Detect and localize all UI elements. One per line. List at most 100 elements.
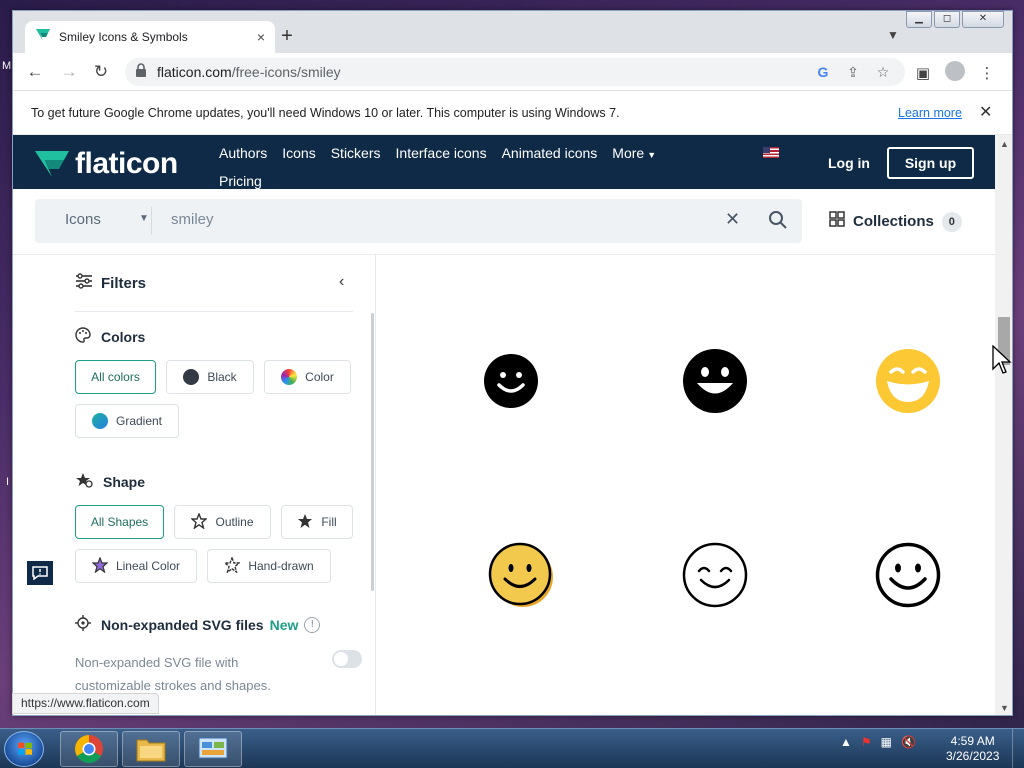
result-icon-2[interactable] xyxy=(675,341,755,421)
star-lineal-icon xyxy=(91,555,109,576)
side-panel-icon[interactable]: ▣ xyxy=(911,64,935,82)
infobar-message: To get future Google Chrome updates, you… xyxy=(31,106,620,120)
status-bar-url: https://www.flaticon.com xyxy=(12,693,159,714)
url-domain: flaticon.com xyxy=(157,64,232,80)
nav-interface-icons[interactable]: Interface icons xyxy=(396,143,487,163)
filters-title: Filters xyxy=(101,275,147,292)
divider xyxy=(151,207,152,235)
chip-label: Hand-drawn xyxy=(248,559,314,573)
caret-down-icon[interactable]: ▼ xyxy=(139,213,149,224)
sliders-icon xyxy=(75,273,93,294)
tab-close-icon[interactable]: × xyxy=(257,29,265,45)
nav-pricing[interactable]: Pricing xyxy=(219,171,262,191)
result-icon-3[interactable] xyxy=(868,341,948,421)
volume-muted-icon[interactable]: 🔇 xyxy=(901,735,916,749)
window-controls: ▁ ◻ ✕ xyxy=(906,11,1004,28)
profile-avatar[interactable] xyxy=(943,61,967,85)
result-icon-5[interactable] xyxy=(675,535,755,615)
result-icon-4[interactable] xyxy=(481,535,561,615)
colors-title: Colors xyxy=(101,328,146,345)
new-tab-button[interactable]: + xyxy=(275,25,299,47)
taskbar-explorer[interactable] xyxy=(122,731,180,767)
flaticon-header: flaticon Authors Icons Stickers Interface i… xyxy=(13,135,995,189)
us-flag-icon[interactable] xyxy=(763,147,779,158)
signup-button[interactable]: Sign up xyxy=(887,147,974,179)
result-icon-1[interactable] xyxy=(471,341,551,421)
flaticon-logo[interactable]: flaticon xyxy=(35,147,178,181)
login-button[interactable]: Log in xyxy=(828,155,870,171)
chrome-icon xyxy=(75,735,103,763)
chip-label: Outline xyxy=(215,515,254,529)
star-handdrawn-icon xyxy=(223,555,242,576)
desktop-label: M xyxy=(2,60,12,72)
chip-label: Gradient xyxy=(115,414,163,428)
action-center-flag-icon[interactable]: ⚑ xyxy=(861,735,872,749)
shape-chip-lineal-color[interactable]: Lineal Color xyxy=(75,549,197,583)
color-chip-color[interactable]: Color xyxy=(264,360,351,394)
tray-expand-icon[interactable]: ▲ xyxy=(840,735,852,749)
nav-authors[interactable]: Authors xyxy=(219,143,267,163)
page-scrollbar[interactable]: ▲ ▼ xyxy=(995,135,1012,715)
search-input[interactable]: smiley xyxy=(171,211,214,228)
result-icon-6[interactable] xyxy=(868,535,948,615)
collapse-chevron-icon[interactable]: ‹ xyxy=(339,273,344,291)
nav-more[interactable]: More ▼ xyxy=(612,143,656,165)
menu-kebab-icon[interactable]: ⋮ xyxy=(975,64,999,82)
color-chip-all[interactable]: All colors xyxy=(75,360,156,394)
back-icon[interactable]: ← xyxy=(23,61,47,83)
smiley-yellow-icon xyxy=(488,542,553,607)
taskbar-clock[interactable]: 4:59 AM 3/26/2023 xyxy=(946,734,999,764)
search-icon[interactable] xyxy=(768,210,788,235)
infobar-close-icon[interactable]: ✕ xyxy=(979,102,992,122)
show-desktop-button[interactable] xyxy=(1012,729,1024,768)
shape-chip-all[interactable]: All Shapes xyxy=(75,505,164,539)
caret-down-icon: ▼ xyxy=(647,150,657,160)
color-chip-gradient[interactable]: Gradient xyxy=(75,404,179,438)
star-outline-icon xyxy=(190,511,209,532)
chip-label: Fill xyxy=(321,515,337,529)
sidebar-scrollbar[interactable] xyxy=(371,313,374,591)
shape-chip-fill[interactable]: Fill xyxy=(281,505,353,539)
scroll-up-arrow-icon[interactable]: ▲ xyxy=(1000,139,1009,149)
collections-button[interactable]: Collections 0 xyxy=(829,211,962,232)
feedback-button[interactable] xyxy=(27,561,53,585)
window-close-button[interactable]: ✕ xyxy=(962,11,1004,28)
tab-search-chevron-icon[interactable]: ▼ xyxy=(887,28,899,42)
bookmark-star-icon[interactable]: ☆ xyxy=(871,64,895,81)
google-translate-icon[interactable]: G xyxy=(811,64,835,80)
tab-smiley[interactable]: Smiley Icons & Symbols × xyxy=(25,21,275,53)
reload-icon[interactable]: ↻ xyxy=(89,61,113,83)
maximize-button[interactable]: ◻ xyxy=(934,11,960,28)
nav-stickers[interactable]: Stickers xyxy=(331,143,381,163)
nav-icons[interactable]: Icons xyxy=(282,143,315,163)
shape-chip-hand-drawn[interactable]: Hand-drawn xyxy=(207,549,331,583)
smiley-grin-icon xyxy=(683,349,747,413)
filters-sidebar: Filters ‹ Colors All colors Black Color xyxy=(13,255,376,715)
minimize-button[interactable]: ▁ xyxy=(906,11,932,28)
taskbar-control-panel[interactable] xyxy=(184,731,242,767)
start-button[interactable] xyxy=(4,731,44,767)
chip-label: All colors xyxy=(91,370,140,384)
collections-count-badge: 0 xyxy=(941,211,962,232)
folder-icon xyxy=(136,739,166,762)
color-chip-black[interactable]: Black xyxy=(166,360,254,394)
results-grid xyxy=(377,255,995,715)
tab-strip: Smiley Icons & Symbols × + ▼ ▁ ◻ ✕ xyxy=(13,11,1012,53)
shape-chip-outline[interactable]: Outline xyxy=(174,505,271,539)
search-type-select[interactable]: Icons xyxy=(65,211,101,228)
search-row: Icons ▼ smiley ✕ Collections 0 xyxy=(13,189,995,255)
clear-search-icon[interactable]: ✕ xyxy=(725,209,740,230)
address-bar[interactable]: flaticon.com/free-icons/smiley G ⇪ ☆ xyxy=(125,58,905,86)
windows-logo-icon xyxy=(18,742,32,755)
svg-toggle[interactable] xyxy=(332,650,362,668)
divider xyxy=(75,311,353,312)
forward-icon[interactable]: → xyxy=(57,61,81,83)
learn-more-link[interactable]: Learn more xyxy=(898,106,962,120)
nav-animated-icons[interactable]: Animated icons xyxy=(502,143,598,163)
info-icon[interactable]: ! xyxy=(304,616,321,633)
share-icon[interactable]: ⇪ xyxy=(841,64,865,81)
network-icon[interactable]: ▦ xyxy=(881,735,892,749)
browser-window: Smiley Icons & Symbols × + ▼ ▁ ◻ ✕ ← → ↻… xyxy=(12,10,1013,716)
taskbar-chrome[interactable] xyxy=(60,731,118,767)
scroll-down-arrow-icon[interactable]: ▼ xyxy=(1000,703,1009,713)
